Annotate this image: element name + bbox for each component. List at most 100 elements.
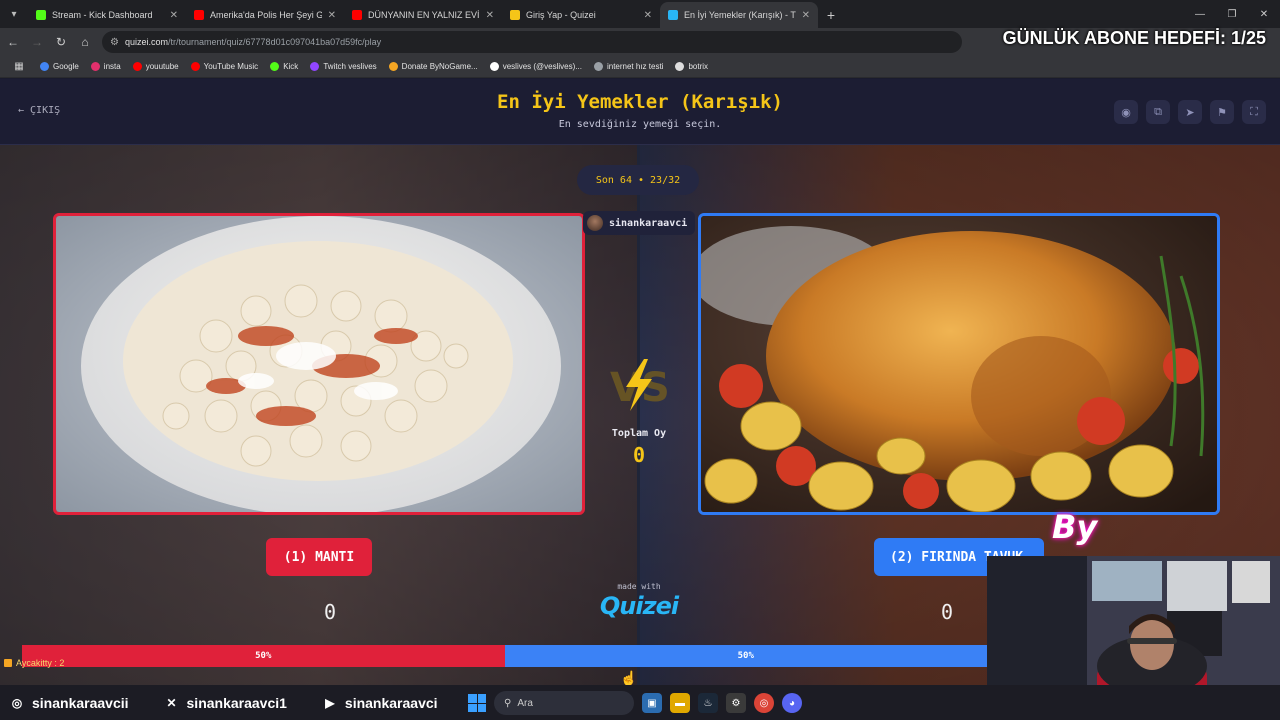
chat-badge-icon xyxy=(4,659,12,667)
bookmark-label: Google xyxy=(53,62,79,71)
discord-icon[interactable]: ◕ xyxy=(782,693,802,713)
url-host: quizei.com xyxy=(124,37,168,47)
close-window-icon[interactable]: ✕ xyxy=(1248,0,1280,28)
mouse-cursor-icon: ☝ xyxy=(620,670,638,685)
tab-close-icon[interactable]: ✕ xyxy=(644,10,652,21)
round-badge: Son 64 • 23/32 xyxy=(577,165,699,195)
tab-favicon-icon xyxy=(352,10,362,20)
youtube-icon: ▶ xyxy=(325,695,335,710)
bookmark-list: Google insta youutube YouTube Music Kick Twit… xyxy=(34,62,714,71)
tab-close-icon[interactable]: ✕ xyxy=(328,10,336,21)
tab-title: Giriş Yap - Quizei xyxy=(526,10,596,20)
bookmark-item[interactable]: Twitch veslives xyxy=(304,62,382,71)
tab-favicon-icon xyxy=(668,10,678,20)
taskbar-search-placeholder: Ara xyxy=(517,697,533,709)
steam-icon[interactable]: ♨ xyxy=(698,693,718,713)
quiz-header: ← ÇIKIŞ En İyi Yemekler (Karışık) En sev… xyxy=(0,79,1280,145)
windows-taskbar: ⚲ Ara ▣ ▬ ♨ ⚙ ◎ ◕ xyxy=(468,691,802,715)
tab-search-icon[interactable]: ▾ xyxy=(0,0,28,28)
file-explorer-icon[interactable]: ▬ xyxy=(670,693,690,713)
social-handle-text: sinankaraavci xyxy=(344,694,438,711)
eye-icon[interactable]: ◉ xyxy=(1114,100,1138,124)
task-view-icon[interactable]: ▣ xyxy=(642,693,662,713)
webcam-image xyxy=(987,556,1280,685)
bookmark-item[interactable]: Donate ByNoGame... xyxy=(383,62,484,71)
tab-favicon-icon xyxy=(194,10,204,20)
social-handle: ▶ sinankaraavci xyxy=(321,694,438,712)
social-handle: ◎ sinankaraavcii xyxy=(8,694,129,712)
bookmark-label: Donate ByNoGame... xyxy=(401,62,478,71)
made-with-label: made with xyxy=(617,582,661,591)
bookmark-item[interactable]: veslives (@veslives)... xyxy=(484,62,588,71)
bookmark-item[interactable]: botrix xyxy=(669,62,714,71)
avatar xyxy=(587,215,603,231)
tab-close-icon[interactable]: ✕ xyxy=(802,10,810,21)
browser-tab[interactable]: DÜNYANIN EN YALNIZ EVİNDE ✕ xyxy=(344,2,502,28)
bookmark-item[interactable]: YouTube Music xyxy=(185,62,265,71)
tab-title: Amerika'da Polis Her Şeyi Görü xyxy=(210,10,322,20)
tab-title: DÜNYANIN EN YALNIZ EVİNDE xyxy=(368,10,480,20)
tab-close-icon[interactable]: ✕ xyxy=(170,10,178,21)
vote-count-right: 0 xyxy=(940,600,954,624)
taskbar-search[interactable]: ⚲ Ara xyxy=(494,691,634,715)
search-icon: ⚲ xyxy=(504,697,512,709)
bookmark-label: Twitch veslives xyxy=(323,62,377,71)
tab-title: Stream - Kick Dashboard xyxy=(52,10,153,20)
settings-icon[interactable]: ⚙ xyxy=(726,693,746,713)
bookmark-item[interactable]: insta xyxy=(85,62,127,71)
bookmark-label: veslives (@veslives)... xyxy=(502,62,582,71)
option-card-left[interactable] xyxy=(53,213,585,515)
site-info-icon[interactable]: ⚙ xyxy=(110,37,119,48)
bookmark-icon xyxy=(388,62,398,71)
bookmark-label: insta xyxy=(103,62,121,71)
browser-tab[interactable]: Giriş Yap - Quizei ✕ xyxy=(502,2,660,28)
browser-tab[interactable]: Stream - Kick Dashboard ✕ xyxy=(28,2,186,28)
option-card-right[interactable] xyxy=(698,213,1220,515)
bookmark-item[interactable]: Google xyxy=(34,62,85,71)
quiz-subtitle: En sevdiğiniz yemeği seçin. xyxy=(558,119,722,130)
flag-icon[interactable]: ⚑ xyxy=(1210,100,1234,124)
tab-favicon-icon xyxy=(36,10,46,20)
header-actions: ◉ ⧉ ➤ ⚑ ⛶ xyxy=(1114,100,1266,124)
made-with-badge[interactable]: made with Quizei xyxy=(598,582,680,620)
bookmark-icon xyxy=(593,62,603,71)
vote-count-left: 0 xyxy=(323,600,337,624)
bookmark-item[interactable]: internet hız testi xyxy=(588,62,669,71)
browser-tab[interactable]: Amerika'da Polis Her Şeyi Görü ✕ xyxy=(186,2,344,28)
bookmark-icon xyxy=(489,62,499,71)
new-tab-button[interactable]: + xyxy=(818,2,844,28)
home-icon[interactable]: ⌂ xyxy=(74,31,96,53)
social-handle-text: sinankaraavci1 xyxy=(186,694,287,711)
webcam-overlay xyxy=(987,556,1280,685)
windows-start-icon[interactable] xyxy=(468,694,486,712)
screen: { "browser": { "tabs": [ {"title": "Stre… xyxy=(0,0,1280,720)
restore-icon[interactable]: ❐ xyxy=(1216,0,1248,28)
url-input[interactable]: ⚙ quizei.com/tr/tournament/quiz/67778d01… xyxy=(102,31,962,53)
by-overlay-badge: By xyxy=(1052,508,1098,546)
send-icon[interactable]: ➤ xyxy=(1178,100,1202,124)
fullscreen-icon[interactable]: ⛶ xyxy=(1242,100,1266,124)
bookmark-icon xyxy=(40,62,49,71)
bookmark-label: youutube xyxy=(145,62,179,71)
tab-favicon-icon xyxy=(510,10,520,20)
reload-icon[interactable]: ↻ xyxy=(50,31,72,53)
share-icon[interactable]: ⧉ xyxy=(1146,100,1170,124)
browser-tab[interactable]: En İyi Yemekler (Karışık) - Tier Li ✕ xyxy=(660,2,818,28)
quiz-title: En İyi Yemekler (Karışık) xyxy=(497,91,783,113)
bookmark-icon xyxy=(90,62,100,71)
bookmark-item[interactable]: Kick xyxy=(264,62,304,71)
streamer-name: sinankaraavci xyxy=(609,217,688,229)
bookmark-item[interactable]: youutube xyxy=(127,62,185,71)
chrome-icon[interactable]: ◎ xyxy=(754,693,774,713)
manti-image xyxy=(56,216,582,512)
apps-grid-icon[interactable]: ▦ xyxy=(8,56,30,78)
vote-button-left[interactable]: (1) MANTI xyxy=(266,538,372,576)
vote-share-left: 50% xyxy=(22,645,505,667)
bookmark-icon xyxy=(675,62,685,71)
streamer-tag: sinankaraavci xyxy=(583,211,696,235)
tab-close-icon[interactable]: ✕ xyxy=(486,10,494,21)
chat-alert: Aycakitty : 2 xyxy=(4,658,64,668)
forward-icon[interactable]: → xyxy=(26,31,48,53)
back-icon[interactable]: ← xyxy=(2,31,24,53)
minimize-icon[interactable]: — xyxy=(1184,0,1216,28)
